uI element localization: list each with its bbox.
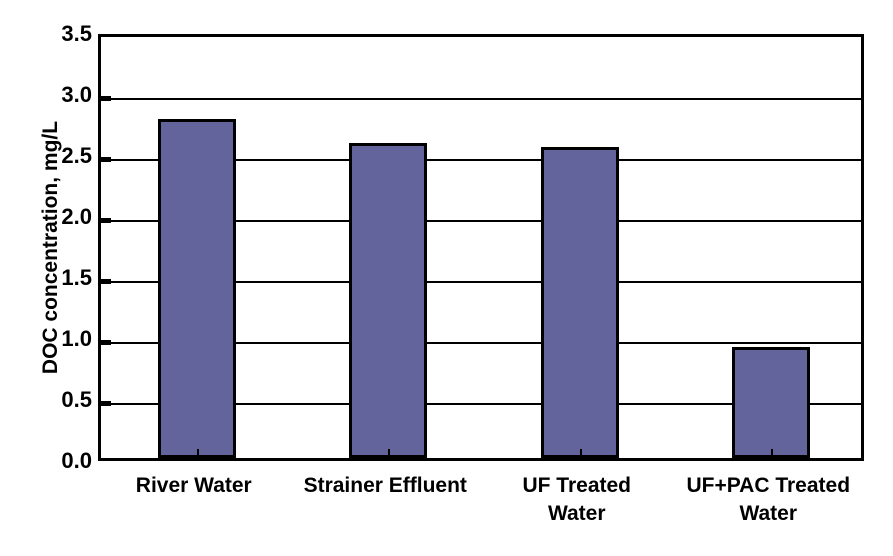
y-axis-tick-label: 1.0	[61, 326, 92, 351]
y-axis-tick-mark	[101, 401, 111, 406]
bar	[732, 346, 811, 458]
x-axis-tick-mark	[771, 449, 774, 458]
y-axis-tick-mark	[101, 340, 111, 345]
x-axis-category-label: UF+PAC Treated Water	[686, 474, 851, 526]
bar	[349, 143, 428, 458]
y-axis-tick-labels: 0.0 0.5 1.0 1.5 2.0 2.5 3.0 3.5	[0, 0, 92, 556]
x-axis-category-labels: River Water Strainer Effluent UF Treated Wa…	[98, 472, 864, 552]
y-axis-tick-mark	[101, 96, 111, 101]
x-axis-category-label: River Water	[135, 474, 252, 497]
y-axis-tick-label: 2.0	[61, 204, 92, 229]
bar-chart: DOC concentration, mg/L 0.0 0.5 1.0 1.5 2.0 2…	[0, 0, 893, 556]
y-axis-tick-label: 0.5	[61, 387, 92, 412]
y-axis-tick-label: 1.5	[61, 265, 92, 290]
y-axis-tick-label: 2.5	[61, 143, 92, 168]
x-axis-tick-mark	[579, 449, 582, 458]
x-axis-tick-mark	[196, 449, 199, 458]
y-axis-tick-mark	[101, 157, 111, 162]
x-axis-tick-mark	[388, 449, 391, 458]
x-axis-category-label: Strainer Effluent	[303, 474, 467, 497]
y-axis-tick-label: 3.0	[61, 82, 92, 107]
gridline	[101, 98, 861, 100]
x-axis-category-label: UF Treated Water	[522, 474, 632, 526]
y-axis-tick-label: 3.5	[61, 21, 92, 46]
bar	[540, 146, 619, 458]
y-axis-tick-label: 0.0	[61, 448, 92, 473]
plot-area	[98, 34, 864, 461]
bar	[157, 118, 236, 458]
y-axis-tick-mark	[101, 218, 111, 223]
y-axis-tick-mark	[101, 279, 111, 284]
